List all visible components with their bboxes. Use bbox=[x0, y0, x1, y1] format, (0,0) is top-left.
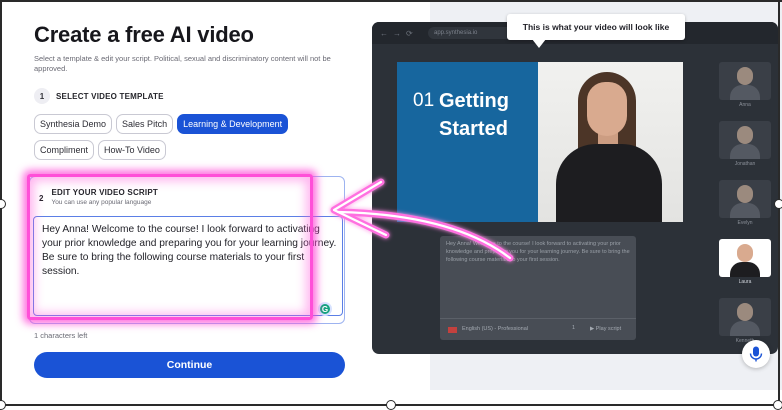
avatar-name: Jonathan bbox=[734, 161, 756, 167]
presenter-face bbox=[587, 82, 627, 136]
avatar-item[interactable]: Anna bbox=[719, 62, 771, 121]
page-title: Create a free AI video bbox=[34, 22, 254, 47]
avatar-name: Anna bbox=[739, 102, 751, 108]
language-select[interactable]: English (US) - Professional bbox=[462, 326, 528, 332]
avatar-item-selected[interactable]: Laura bbox=[719, 239, 771, 298]
avatar-thumbnail bbox=[719, 62, 771, 100]
step-number: 1 bbox=[34, 88, 50, 104]
step-hint: You can use any popular language bbox=[51, 199, 152, 206]
avatar-thumbnail bbox=[719, 121, 771, 159]
page-subtitle: Select a template & edit your script. Po… bbox=[34, 54, 331, 73]
template-chips: Synthesia Demo Sales Pitch Learning & De… bbox=[34, 114, 324, 160]
step-label: SELECT VIDEO TEMPLATE bbox=[56, 91, 164, 101]
characters-left: 1 characters left bbox=[34, 331, 88, 340]
avatar-name: Evelyn bbox=[737, 220, 753, 226]
avatar-name: Laura bbox=[738, 279, 752, 285]
avatar-presenter bbox=[538, 62, 683, 222]
presenter-body bbox=[556, 144, 662, 222]
resize-handle[interactable] bbox=[0, 400, 6, 410]
continue-button[interactable]: Continue bbox=[34, 352, 345, 378]
slide-title-line1: Getting bbox=[439, 90, 509, 112]
avatar-list: Anna Jonathan Evelyn Laura Kenneth bbox=[719, 62, 771, 357]
back-icon: ← bbox=[380, 29, 388, 38]
script-preview-text: Hey Anna! Welcome to the course! I look … bbox=[446, 241, 630, 263]
avatar-thumbnail bbox=[719, 239, 771, 277]
tooltip-arrow bbox=[532, 39, 546, 48]
microphone-button[interactable] bbox=[742, 340, 770, 368]
video-preview: 01 Getting Started bbox=[397, 62, 683, 222]
resize-handle[interactable] bbox=[773, 400, 782, 410]
template-chip-how-to-video[interactable]: How-To Video bbox=[98, 140, 166, 160]
template-chip-compliment[interactable]: Compliment bbox=[34, 140, 95, 160]
forward-icon: → bbox=[393, 29, 401, 38]
template-chip-learning-development[interactable]: Learning & Development bbox=[177, 114, 289, 134]
script-textarea[interactable]: Hey Anna! Welcome to the course! I look … bbox=[33, 216, 343, 316]
step-label: EDIT YOUR VIDEO SCRIPT bbox=[51, 188, 158, 197]
selection-border-top bbox=[0, 0, 782, 2]
avatar-thumbnail bbox=[719, 298, 771, 336]
step-select-template: 1 SELECT VIDEO TEMPLATE bbox=[34, 88, 164, 104]
avatar-thumbnail bbox=[719, 180, 771, 218]
step-number: 2 bbox=[39, 194, 44, 203]
avatar-item[interactable]: Evelyn bbox=[719, 180, 771, 239]
slide-panel: 01 Getting Started bbox=[397, 62, 538, 222]
script-preview-footer: English (US) - Professional 1 ▶ Play scr… bbox=[440, 318, 636, 340]
play-script-button[interactable]: ▶ Play script bbox=[590, 326, 621, 332]
flag-icon bbox=[448, 327, 457, 333]
play-script-label: Play script bbox=[595, 326, 622, 332]
reload-icon: ⟳ bbox=[406, 29, 413, 38]
script-text: Hey Anna! Welcome to the course! I look … bbox=[42, 224, 337, 277]
avatar-item[interactable]: Jonathan bbox=[719, 121, 771, 180]
step-edit-script: 2 EDIT YOUR VIDEO SCRIPT You can use any… bbox=[39, 188, 158, 206]
grammarly-icon[interactable]: G bbox=[318, 302, 332, 316]
resize-handle[interactable] bbox=[386, 400, 396, 410]
speed-value[interactable]: 1 bbox=[572, 325, 575, 331]
slide-number: 01 bbox=[413, 90, 435, 111]
template-chip-sales-pitch[interactable]: Sales Pitch bbox=[116, 114, 174, 134]
template-chip-synthesia-demo[interactable]: Synthesia Demo bbox=[34, 114, 113, 134]
slide-title: Getting Started bbox=[439, 87, 509, 143]
microphone-icon bbox=[749, 346, 763, 362]
preview-tooltip: This is what your video will look like bbox=[507, 14, 685, 40]
resize-handle[interactable] bbox=[0, 199, 6, 209]
script-preview-box: Hey Anna! Welcome to the course! I look … bbox=[440, 236, 636, 340]
resize-handle[interactable] bbox=[774, 199, 782, 209]
slide-title-line2: Started bbox=[439, 118, 508, 140]
